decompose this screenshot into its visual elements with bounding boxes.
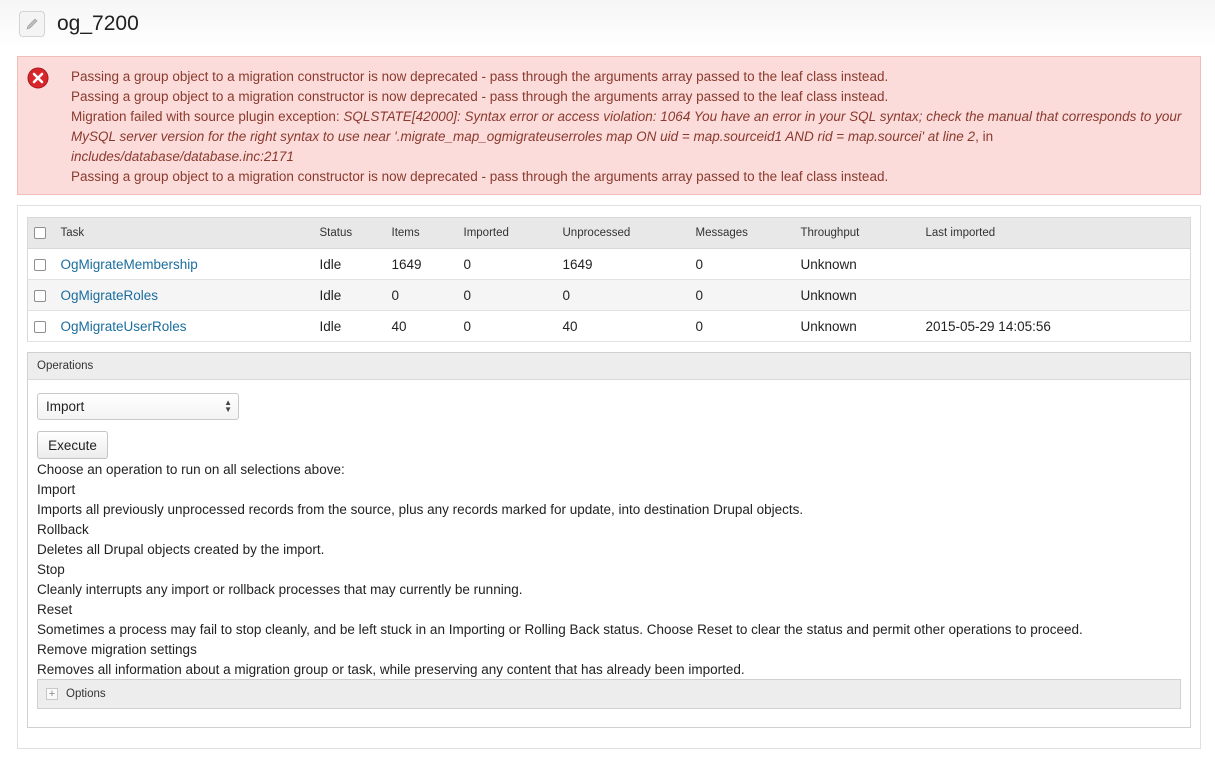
help-item-description: Imports all previously unprocessed recor… [37,502,804,517]
error-x-icon [27,67,49,94]
column-header-unprocessed[interactable]: Unprocessed [562,217,696,249]
task-link[interactable]: OgMigrateRoles [61,288,159,303]
task-items: 1649 [391,248,464,280]
error-message: Passing a group object to a migration co… [71,89,889,104]
column-header-messages[interactable]: Messages [695,217,801,249]
error-prefix: Migration failed with source plugin exce… [71,109,344,124]
help-item-title: Reset [37,602,73,617]
task-status: Idle [319,248,392,280]
pencil-icon[interactable] [19,11,45,37]
options-collapsible[interactable]: + Options [37,679,1181,709]
task-messages: 0 [695,310,801,342]
row-checkbox[interactable] [34,289,46,302]
column-header-throughput[interactable]: Throughput [800,217,926,249]
help-item-description: Sometimes a process may fail to stop cle… [37,622,1083,637]
error-middle: , in [975,129,994,144]
table-row: OgMigrateMembership Idle 1649 0 1649 0 U… [27,248,1191,280]
table-row: OgMigrateRoles Idle 0 0 0 0 Unknown [27,279,1191,311]
help-intro: Choose an operation to run on all select… [37,462,345,477]
error-location: includes/database/database.inc:2171 [71,149,294,164]
task-unprocessed: 1649 [562,248,696,280]
task-last-imported: 2015-05-29 14:05:56 [925,310,1191,342]
select-arrows-icon: ▲ ▼ [224,398,232,414]
help-item-title: Stop [37,562,65,577]
task-messages: 0 [695,279,801,311]
task-throughput: Unknown [800,310,926,342]
select-all-checkbox[interactable] [34,226,46,239]
task-status: Idle [319,310,392,342]
column-header-items[interactable]: Items [391,217,464,249]
task-imported: 0 [463,310,563,342]
table-header-row: Task Status Items Imported Unprocessed M… [27,217,1191,249]
help-item-description: Cleanly interrupts any import or rollbac… [37,582,523,597]
task-status: Idle [319,279,392,311]
column-header-task[interactable]: Task [60,217,320,249]
task-imported: 0 [463,248,563,280]
operation-select[interactable]: Import ▲ ▼ [37,393,239,420]
task-messages: 0 [695,248,801,280]
help-item-description: Deletes all Drupal objects created by th… [37,542,325,557]
task-items: 0 [391,279,464,311]
column-header-status[interactable]: Status [319,217,392,249]
operation-select-value: Import [46,399,85,414]
task-throughput: Unknown [800,279,926,311]
error-message: Migration failed with source plugin exce… [71,107,1186,167]
table-row: OgMigrateUserRoles Idle 40 0 40 0 Unknow… [27,310,1191,342]
options-label[interactable]: Options [66,688,106,700]
page-title: og_7200 [57,12,139,35]
task-unprocessed: 40 [562,310,696,342]
execute-button[interactable]: Execute [37,431,108,459]
title-bar [0,0,1215,52]
column-header-imported[interactable]: Imported [463,217,563,249]
column-header-last-imported[interactable]: Last imported [925,217,1191,249]
task-link[interactable]: OgMigrateMembership [61,257,198,272]
help-item-title: Remove migration settings [37,642,197,657]
operations-help: Choose an operation to run on all select… [37,460,1187,680]
error-message: Passing a group object to a migration co… [71,69,889,84]
plus-icon[interactable]: + [46,688,58,700]
task-last-imported [925,279,1191,311]
error-message: Passing a group object to a migration co… [71,169,889,184]
task-throughput: Unknown [800,248,926,280]
tasks-table: Task Status Items Imported Unprocessed M… [27,217,1191,342]
task-items: 40 [391,310,464,342]
row-checkbox[interactable] [34,320,46,333]
error-message-list: Passing a group object to a migration co… [71,67,1186,187]
help-item-title: Import [37,482,76,497]
row-checkbox[interactable] [34,258,46,271]
operations-legend: Operations [28,353,1190,380]
task-imported: 0 [463,279,563,311]
task-last-imported [925,248,1191,280]
help-item-title: Rollback [37,522,89,537]
task-unprocessed: 0 [562,279,696,311]
help-item-description: Removes all information about a migratio… [37,662,745,677]
task-link[interactable]: OgMigrateUserRoles [61,319,187,334]
